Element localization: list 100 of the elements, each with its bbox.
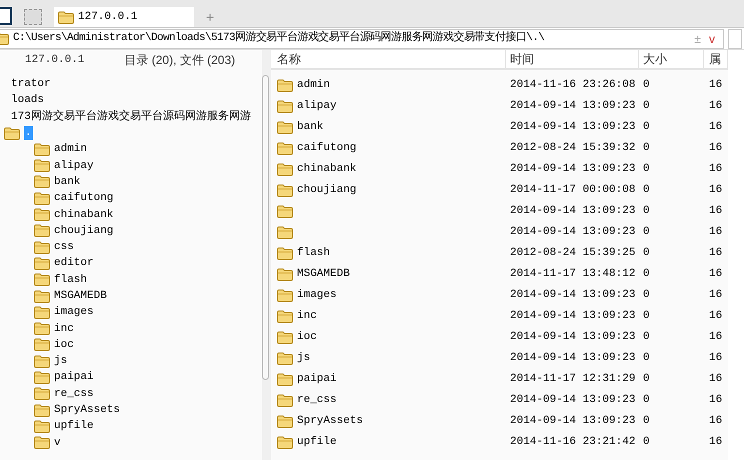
tree-item[interactable]: js [53, 354, 68, 368]
tree-item[interactable]: v [53, 436, 62, 450]
modified-time: 2014-09-14 13:09:23 [509, 393, 636, 408]
file-size: 0 [642, 78, 651, 94]
folder-icon [34, 306, 50, 319]
tree-item[interactable]: editor [53, 256, 95, 270]
file-attribute: 16 [708, 120, 724, 136]
tab[interactable]: 127.0.0.1 [54, 7, 194, 27]
tree-item[interactable]: caifutong [53, 191, 114, 206]
file-attribute: 16 [708, 225, 724, 240]
file-size: 0 [642, 183, 651, 198]
modified-time: 2014-09-14 13:09:23 [509, 330, 636, 346]
file-size: 0 [642, 204, 651, 220]
tree-item[interactable]: loads [10, 93, 46, 108]
tree-item[interactable]: admin [53, 142, 88, 156]
tree-item[interactable]: SpryAssets [53, 403, 122, 418]
file-attribute: 16 [708, 288, 724, 304]
file-attribute: 16 [708, 267, 724, 282]
file-attribute: 16 [708, 99, 724, 114]
file-name[interactable]: SpryAssets [297, 413, 364, 430]
file-attribute: 16 [708, 372, 724, 388]
file-size: 0 [642, 309, 651, 324]
file-name[interactable]: inc [297, 308, 317, 325]
file-name[interactable]: paipai [297, 371, 337, 388]
folder-icon [34, 240, 50, 254]
modified-time: 2014-09-14 13:09:23 [509, 99, 636, 114]
tree-item[interactable]: upfile [53, 419, 95, 434]
tree-item[interactable]: alipay [53, 158, 95, 173]
folder-icon [34, 370, 50, 384]
file-size: 0 [642, 414, 651, 430]
modified-time: 2014-09-14 13:09:23 [509, 309, 636, 324]
modified-time: 2014-09-14 13:09:23 [509, 120, 636, 136]
modified-time: 2014-11-17 13:48:12 [509, 267, 636, 282]
tree-item[interactable]: chinabank [53, 208, 114, 222]
file-attribute: 16 [708, 309, 724, 324]
modified-time: 2014-09-14 13:09:23 [509, 288, 636, 304]
file-attribute: 16 [708, 330, 724, 346]
file-name[interactable]: caifutong [297, 140, 356, 157]
file-size: 0 [642, 435, 651, 450]
file-attribute: 16 [708, 141, 724, 156]
modified-time: 2014-11-16 23:21:42 [509, 435, 636, 450]
tree-item[interactable]: 173网游交易平台游戏交易平台源码网游服务网游 [10, 110, 252, 124]
folder-icon [277, 331, 293, 344]
file-name[interactable]: admin [297, 77, 330, 94]
file-size: 0 [642, 351, 651, 366]
folder-icon [34, 273, 50, 286]
file-name[interactable]: alipay [297, 98, 337, 115]
folder-icon [277, 100, 293, 113]
folder-icon [34, 354, 50, 368]
file-name[interactable]: ioc [297, 329, 317, 346]
file-name[interactable]: MSGAMEDB [297, 266, 350, 283]
file-name[interactable]: flash [297, 245, 330, 262]
folder-icon [34, 256, 50, 270]
column-header[interactable]: 大小 [639, 50, 704, 68]
folder-icon [34, 387, 50, 400]
column-header[interactable]: 名称 [271, 50, 506, 68]
tree-item[interactable]: MSGAMEDB [53, 289, 108, 303]
file-name[interactable]: images [297, 287, 337, 304]
folder-summary: 目录 (20), 文件 (203) [124, 52, 236, 69]
file-name[interactable]: choujiang [297, 182, 356, 199]
folder-icon [277, 205, 293, 218]
tree-item[interactable]: bank [53, 174, 82, 189]
folder-icon [34, 159, 50, 172]
tree-item[interactable]: trator [10, 77, 52, 92]
address-field[interactable]: C:\Users\Administrator\Downloads\5173网游交易平台游戏交易平台源码网游服务网游戏交易带支付接口\.\ ± v [0, 28, 724, 48]
modified-time: 2012-08-24 15:39:25 [509, 246, 636, 262]
folder-icon [277, 163, 293, 176]
folder-icon [34, 404, 50, 417]
modified-time: 2014-09-14 13:09:23 [509, 351, 636, 366]
tree-item[interactable]: paipai [53, 370, 95, 384]
file-name[interactable]: re_css [297, 392, 337, 409]
folder-icon [277, 289, 293, 302]
tree-item[interactable]: re_css [53, 386, 95, 401]
folder-icon [34, 436, 50, 450]
tree-item[interactable]: choujiang [53, 224, 114, 238]
file-name[interactable]: bank [297, 119, 324, 136]
column-header[interactable]: 时间 [506, 50, 639, 68]
file-attribute: 16 [708, 414, 724, 430]
folder-icon [277, 121, 293, 134]
folder-icon [34, 322, 50, 336]
file-name[interactable]: js [297, 350, 310, 367]
folder-icon [277, 142, 293, 155]
scrollbar-thumb[interactable] [262, 75, 269, 380]
tab-placeholder-icon[interactable] [24, 9, 42, 25]
file-attribute: 16 [708, 162, 724, 178]
file-name[interactable]: upfile [297, 434, 337, 451]
folder-icon [34, 175, 50, 188]
host-label: 127.0.0.1 [25, 52, 84, 68]
tree-item[interactable]: inc [53, 322, 75, 336]
file-size: 0 [642, 141, 651, 156]
tree-item[interactable]: images [53, 305, 95, 320]
file-attribute: 16 [708, 351, 724, 366]
modified-time: 2014-09-14 13:09:23 [509, 204, 636, 220]
folder-icon [58, 10, 74, 24]
tree-item[interactable]: css [53, 240, 75, 254]
side-button[interactable] [728, 28, 742, 48]
tree-item[interactable]: flash [53, 272, 88, 287]
tree-item[interactable]: ioc [53, 338, 75, 352]
file-name[interactable]: chinabank [297, 161, 356, 178]
dropdown-button[interactable]: v [705, 30, 719, 48]
